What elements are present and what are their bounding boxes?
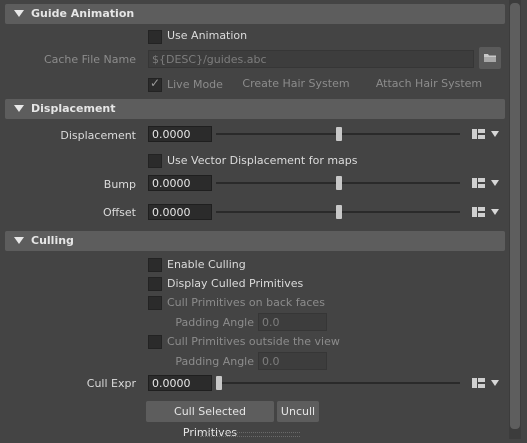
cull-expr-slider-track[interactable] xyxy=(216,382,460,384)
dropdown-arrow-icon[interactable] xyxy=(491,131,499,137)
dropdown-arrow-icon[interactable] xyxy=(491,380,499,386)
cull-outside-view-checkbox[interactable] xyxy=(148,335,162,349)
displacement-slider-handle[interactable] xyxy=(336,127,342,141)
displacement-label: Displacement xyxy=(60,129,136,142)
section-title: Guide Animation xyxy=(31,7,135,20)
section-title: Displacement xyxy=(31,102,116,115)
use-animation-label: Use Animation xyxy=(167,29,248,42)
cull-expr-slider-handle[interactable] xyxy=(216,376,222,390)
map-icon[interactable] xyxy=(472,206,486,218)
dropdown-arrow-icon[interactable] xyxy=(491,209,499,215)
dropdown-arrow-icon[interactable] xyxy=(491,180,499,186)
collapse-triangle-icon xyxy=(14,237,24,244)
browse-button[interactable] xyxy=(479,47,501,69)
map-icon[interactable] xyxy=(472,177,486,189)
offset-field[interactable]: 0.0000 xyxy=(148,204,212,220)
enable-culling-label: Enable Culling xyxy=(167,258,246,271)
displacement-field[interactable]: 0.0000 xyxy=(148,126,212,142)
cull-expr-field[interactable]: 0.0000 xyxy=(148,375,212,391)
cull-expr-label: Cull Expr xyxy=(86,377,136,390)
bump-field[interactable]: 0.0000 xyxy=(148,175,212,191)
section-title: Culling xyxy=(31,234,74,247)
live-mode-checkbox[interactable] xyxy=(148,76,162,92)
collapse-triangle-icon xyxy=(14,10,24,17)
vector-displacement-checkbox[interactable] xyxy=(148,154,162,168)
cache-file-field[interactable]: ${DESC}/guides.abc xyxy=(148,50,474,68)
collapse-triangle-icon xyxy=(14,105,24,112)
offset-slider-handle[interactable] xyxy=(336,205,342,219)
use-animation-checkbox[interactable] xyxy=(148,30,162,44)
cull-back-faces-label: Cull Primitives on back faces xyxy=(167,296,325,309)
live-mode-label: Live Mode xyxy=(167,78,223,91)
bump-slider-handle[interactable] xyxy=(336,176,342,190)
displacement-header[interactable]: Displacement xyxy=(5,99,505,119)
map-icon[interactable] xyxy=(472,128,486,140)
display-culled-checkbox[interactable] xyxy=(148,277,162,291)
bump-label: Bump xyxy=(103,178,136,191)
padding-angle-label: Padding Angle xyxy=(175,316,254,329)
offset-label: Offset xyxy=(102,206,136,219)
map-icon[interactable] xyxy=(472,377,486,389)
padding-angle-label: Padding Angle xyxy=(175,355,254,368)
enable-culling-checkbox[interactable] xyxy=(148,258,162,272)
folder-icon xyxy=(484,54,496,62)
guide-animation-header[interactable]: Guide Animation xyxy=(5,4,505,24)
display-culled-label: Display Culled Primitives xyxy=(167,277,304,290)
create-hair-system-button[interactable]: Create Hair System xyxy=(240,73,352,94)
padding-angle-field[interactable]: 0.0 xyxy=(258,313,327,331)
cull-selected-button[interactable]: Cull Selected Primitives xyxy=(146,401,274,439)
scrollbar-thumb[interactable] xyxy=(510,3,520,429)
resize-handle[interactable] xyxy=(200,432,300,437)
cull-outside-view-label: Cull Primitives outside the view xyxy=(167,335,340,348)
vector-displacement-label: Use Vector Displacement for maps xyxy=(167,154,358,167)
padding-angle-field[interactable]: 0.0 xyxy=(258,352,327,370)
uncull-button[interactable]: Uncull xyxy=(277,401,319,422)
cache-file-label: Cache File Name xyxy=(43,53,136,66)
cull-back-faces-checkbox[interactable] xyxy=(148,296,162,310)
attach-hair-system-button[interactable]: Attach Hair System xyxy=(370,73,488,94)
culling-header[interactable]: Culling xyxy=(5,231,505,251)
